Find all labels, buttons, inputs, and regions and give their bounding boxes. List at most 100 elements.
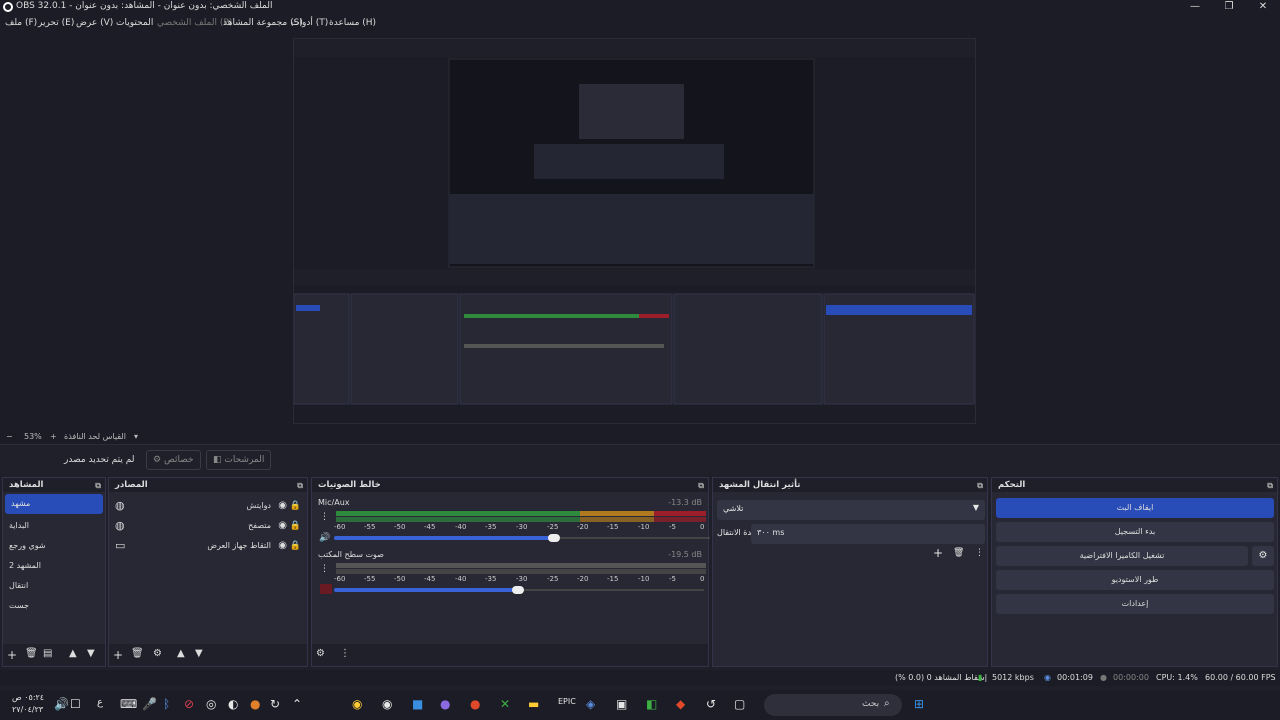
epic-games-icon[interactable]: EPIC [558,697,576,706]
popout-icon[interactable]: ⧉ [1267,479,1273,493]
obs-record-tray-icon[interactable]: ⊘ [184,697,194,711]
volume-slider[interactable] [334,536,554,540]
trash-icon[interactable]: 🗑 [953,548,964,558]
maximize-button[interactable]: ❐ [1212,0,1246,14]
menu-edit[interactable]: تحرير (E) [38,18,74,28]
tick-label: -45 [424,575,436,583]
kebab-menu-icon[interactable]: ⋮ [975,548,984,558]
minimize-button[interactable]: — [1178,0,1212,14]
source-item[interactable]: ◍ متصفح ◉ 🔒 [109,516,307,536]
gear-icon[interactable]: ⚙ [316,648,325,659]
keyboard-icon[interactable]: ⌨ [120,697,137,711]
menu-help[interactable]: مساعدة (H) [329,18,376,28]
speaker-icon[interactable]: 🔊 [54,697,69,711]
scene-item[interactable]: انتقال [3,576,105,596]
source-item[interactable]: ▭ التقاط جهاز العرض ◉ 🔒 [109,536,307,556]
app-icon[interactable]: ● [470,697,480,711]
zoom-in-button[interactable]: + [50,432,57,441]
start-virtual-camera-button[interactable]: تشغيل الكاميرا الافتراضية [996,546,1248,566]
virtual-camera-settings-icon[interactable]: ⚙ [1252,546,1274,566]
obs-taskbar-icon[interactable]: ◉ [382,697,392,711]
scene-item[interactable]: البداية [3,516,105,536]
app-icon[interactable]: ■ [412,697,423,711]
chevron-down-icon[interactable]: ▾ [134,432,138,441]
chrome-icon[interactable]: ◉ [352,697,362,711]
add-icon[interactable]: + [113,648,123,662]
scene-item[interactable]: مشهد [5,494,103,514]
gear-icon[interactable]: ⚙ [153,648,162,659]
chevron-down-icon[interactable]: ▼ [87,648,95,659]
steam-icon[interactable]: ◈ [586,697,595,711]
chevron-up-icon[interactable]: ▲ [69,648,77,659]
tick-label: -40 [455,575,467,583]
menu-view[interactable]: عرض (V) [76,18,113,28]
network-icon[interactable]: ☐ [70,697,81,711]
kebab-menu-icon[interactable]: ⋮ [320,512,329,522]
chevron-down-icon[interactable]: ▼ [195,648,203,659]
properties-button[interactable]: ⚙ خصائص [146,450,201,470]
add-icon[interactable]: + [7,648,17,662]
tray-app-icon[interactable]: ● [250,697,260,711]
microphone-icon[interactable]: 🎤 [142,697,157,711]
transition-select[interactable]: تلاشي ▼ [717,500,985,520]
tray-app-icon[interactable]: ◐ [228,697,238,711]
filter-icon[interactable]: ▤ [43,648,52,659]
lock-icon[interactable]: 🔒 [290,516,301,536]
menu-docks[interactable]: المحتويات [116,18,153,28]
speaker-icon[interactable]: 🔊 [319,533,330,543]
nvidia-icon[interactable]: ◧ [646,697,657,711]
volume-slider-handle[interactable] [512,586,524,594]
trash-icon[interactable]: 🗑 [25,648,38,659]
start-recording-button[interactable]: بدء التسجيل [996,522,1274,542]
store-icon[interactable]: ▣ [616,697,627,711]
filters-button[interactable]: ◧ المرشحات [206,450,272,470]
muted-speaker-icon[interactable] [320,584,332,594]
trash-icon[interactable]: 🗑 [131,648,144,659]
eye-icon[interactable]: ◉ [278,496,287,516]
sync-icon[interactable]: ↻ [270,697,280,711]
language-indicator[interactable]: ع [97,697,103,708]
popout-icon[interactable]: ⧉ [297,479,303,493]
windows-start-icon[interactable]: ⊞ [914,697,924,711]
kebab-menu-icon[interactable]: ⋮ [340,648,350,659]
tray-app-icon[interactable]: ◎ [206,697,216,711]
tick-label: -60 [334,575,346,583]
lock-icon[interactable]: 🔒 [290,536,301,556]
scene-item[interactable]: جست [3,596,105,616]
transitions-title: تأثير انتقال المشهد [719,480,801,490]
volume-slider-handle[interactable] [548,534,560,542]
record-icon: ● [1100,673,1107,682]
menu-file[interactable]: ملف (F) [5,18,37,28]
discord-icon[interactable]: ● [440,697,450,711]
brave-icon[interactable]: ◆ [676,697,685,711]
app-icon[interactable]: ↺ [706,697,716,711]
chevron-up-icon[interactable]: ▲ [177,648,185,659]
menu-profile[interactable]: الملف الشخصي (P) [157,18,232,28]
taskbar-search[interactable]: بحث ⌕ [764,694,902,716]
popout-icon[interactable]: ⧉ [698,479,704,493]
stop-streaming-button[interactable]: ايقاف البث [996,498,1274,518]
folder-icon[interactable]: ▬ [528,697,539,711]
zoom-out-button[interactable]: − [6,432,13,441]
eye-icon[interactable]: ◉ [278,516,287,536]
scene-item[interactable]: شوي ورجع [3,536,105,556]
settings-button[interactable]: إعدادات [996,594,1274,614]
volume-slider[interactable] [334,588,514,592]
program-preview[interactable] [293,38,976,424]
close-button[interactable]: ✕ [1246,0,1280,14]
duration-input[interactable]: ٣٠٠ ms [751,524,985,544]
popout-icon[interactable]: ⧉ [977,479,983,493]
eye-icon[interactable]: ◉ [278,536,287,556]
xbox-icon[interactable]: ✕ [500,697,510,711]
popout-icon[interactable]: ⧉ [95,479,101,493]
menu-tools[interactable]: أدوات (T) [291,18,328,28]
studio-mode-button[interactable]: طور الاستوديو [996,570,1274,590]
scene-item[interactable]: المشهد 2 [3,556,105,576]
chevron-up-icon[interactable]: ⌃ [292,697,302,711]
add-icon[interactable]: + [933,546,943,560]
task-view-icon[interactable]: ▢ [734,697,745,711]
kebab-menu-icon[interactable]: ⋮ [320,564,329,574]
bluetooth-icon[interactable]: ᛒ [163,697,170,711]
lock-icon[interactable]: 🔒 [290,496,301,516]
source-item[interactable]: ◍ دوايتش ◉ 🔒 [109,496,307,516]
